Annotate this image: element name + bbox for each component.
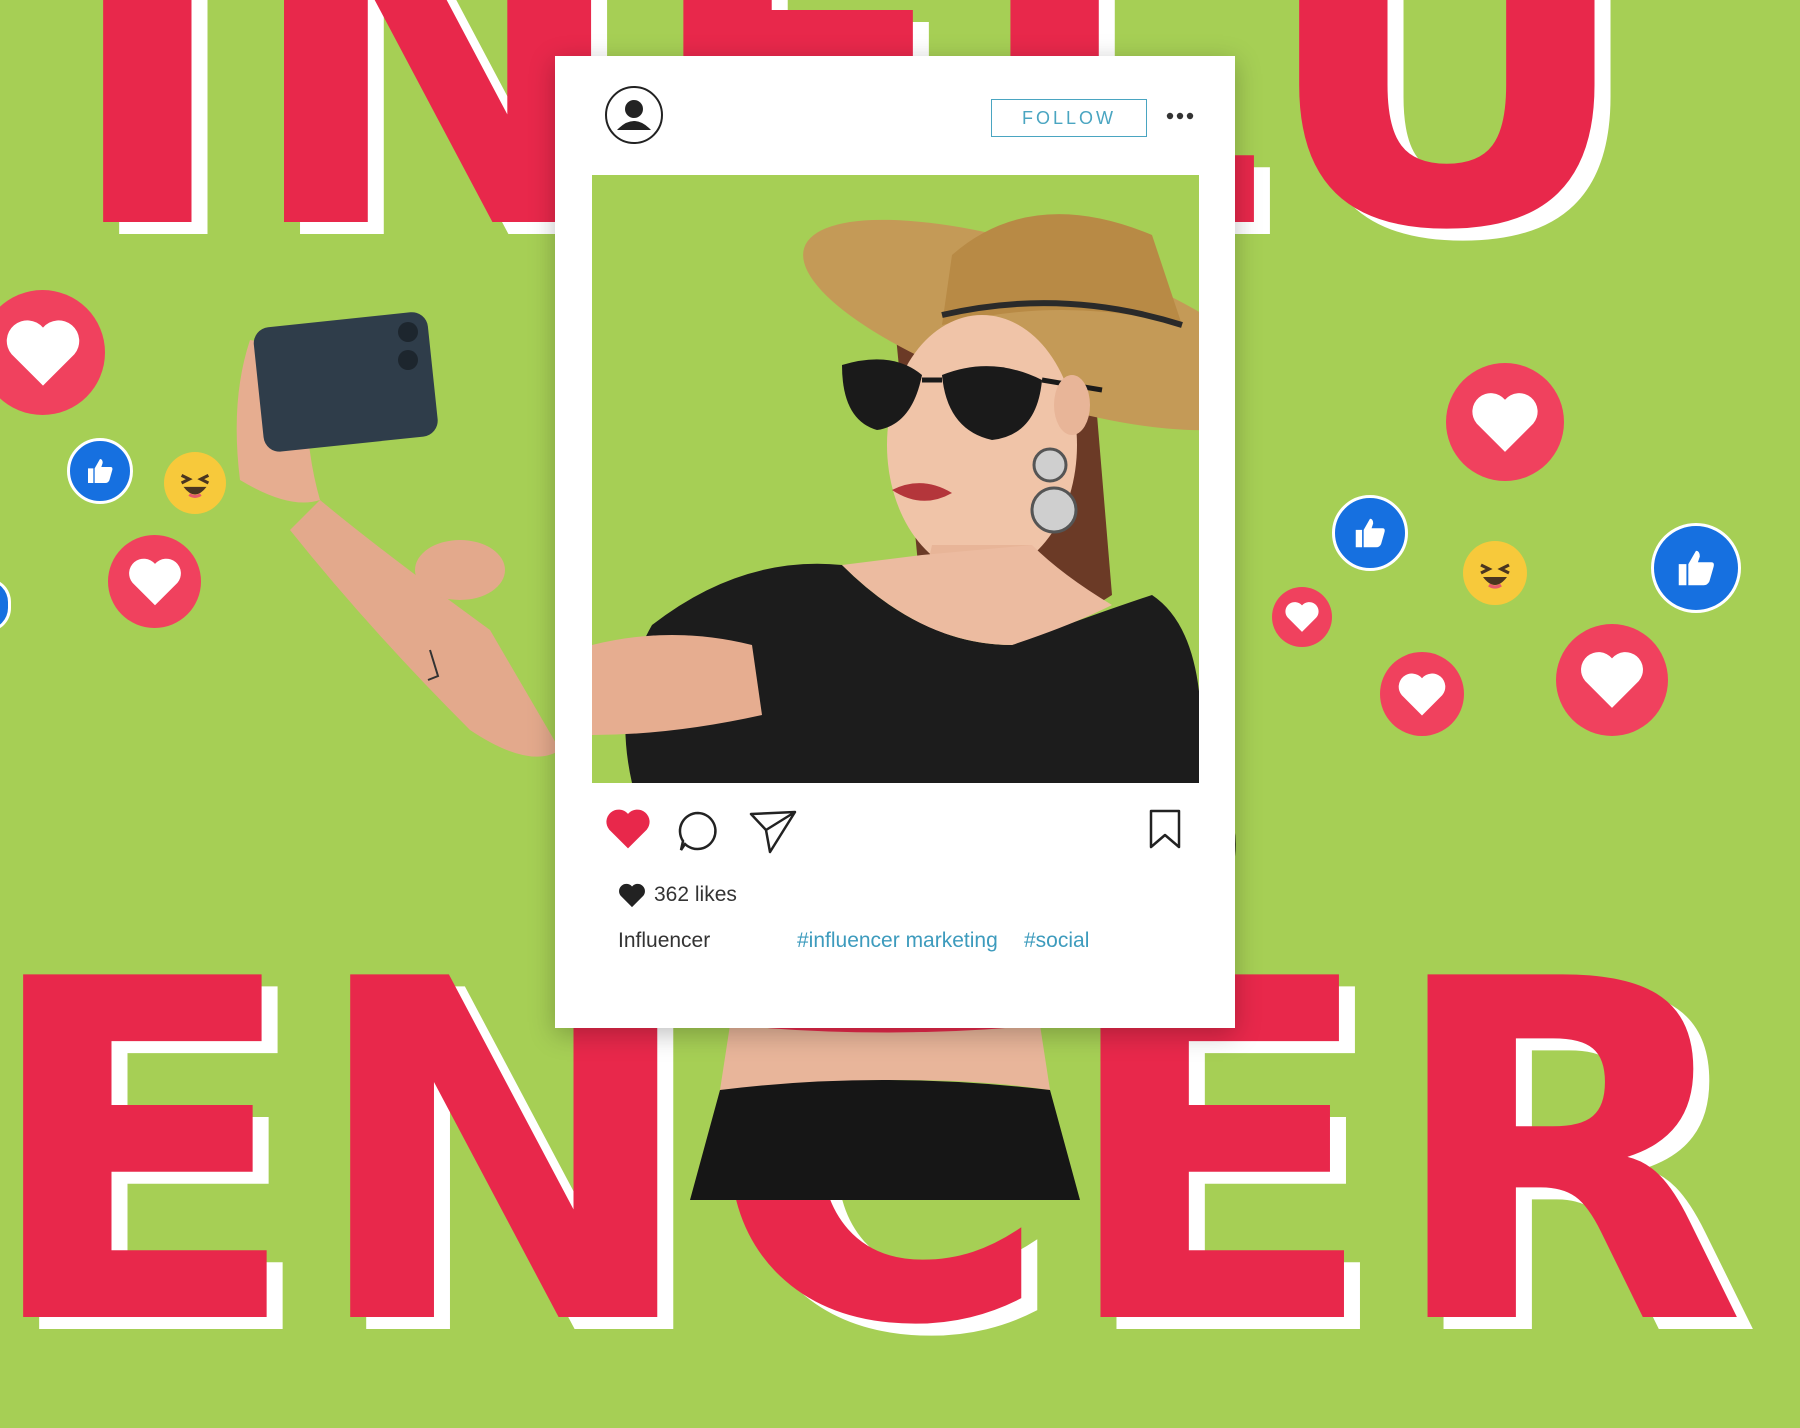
- heart-icon: [1398, 673, 1446, 715]
- heart-reaction-bubble: [1446, 363, 1564, 481]
- likes-text: 362 likes: [654, 883, 737, 906]
- like-reaction-bubble: [1332, 495, 1408, 571]
- heart-icon[interactable]: [605, 808, 651, 855]
- like-reaction-bubble: [1651, 523, 1741, 613]
- heart-reaction-bubble: [108, 535, 201, 628]
- more-horizontal-icon[interactable]: [1160, 101, 1200, 131]
- hashtag-link[interactable]: #social: [1024, 929, 1089, 953]
- caption-username[interactable]: Influencer: [618, 929, 710, 953]
- laughing-face-icon: [1480, 563, 1510, 589]
- laugh-reaction-bubble: [164, 452, 226, 514]
- comment-icon[interactable]: [675, 808, 721, 859]
- heart-icon: [1472, 392, 1538, 452]
- follow-button[interactable]: FOLLOW: [991, 99, 1147, 137]
- laughing-face-icon: [180, 473, 210, 498]
- post-card: FOLLOW 362 likes Influencer #influencer …: [555, 56, 1235, 1028]
- thumbs-up-icon: [1678, 550, 1714, 586]
- thumbs-up-icon: [88, 459, 113, 483]
- heart-icon: [1285, 602, 1319, 632]
- user-avatar-icon[interactable]: [605, 86, 663, 144]
- heart-reaction-bubble: [1272, 587, 1332, 647]
- heart-reaction-bubble: [1556, 624, 1668, 736]
- post-photo: [592, 175, 1199, 783]
- likes-count: 362 likes: [618, 882, 737, 908]
- heart-icon: [128, 558, 181, 605]
- heart-reaction-bubble: [1380, 652, 1464, 736]
- like-reaction-bubble: [67, 438, 133, 504]
- heart-icon: [1581, 652, 1643, 708]
- hashtag-link[interactable]: #influencer marketing: [797, 929, 998, 953]
- heart-icon: [6, 319, 79, 386]
- share-icon[interactable]: [748, 808, 798, 859]
- laugh-reaction-bubble: [1463, 541, 1527, 605]
- post-actions: [605, 808, 1185, 858]
- heart-icon: [619, 883, 645, 907]
- bookmark-icon[interactable]: [1147, 808, 1183, 855]
- thumbs-up-icon: [1355, 518, 1385, 548]
- like-reaction-bubble: [0, 578, 11, 632]
